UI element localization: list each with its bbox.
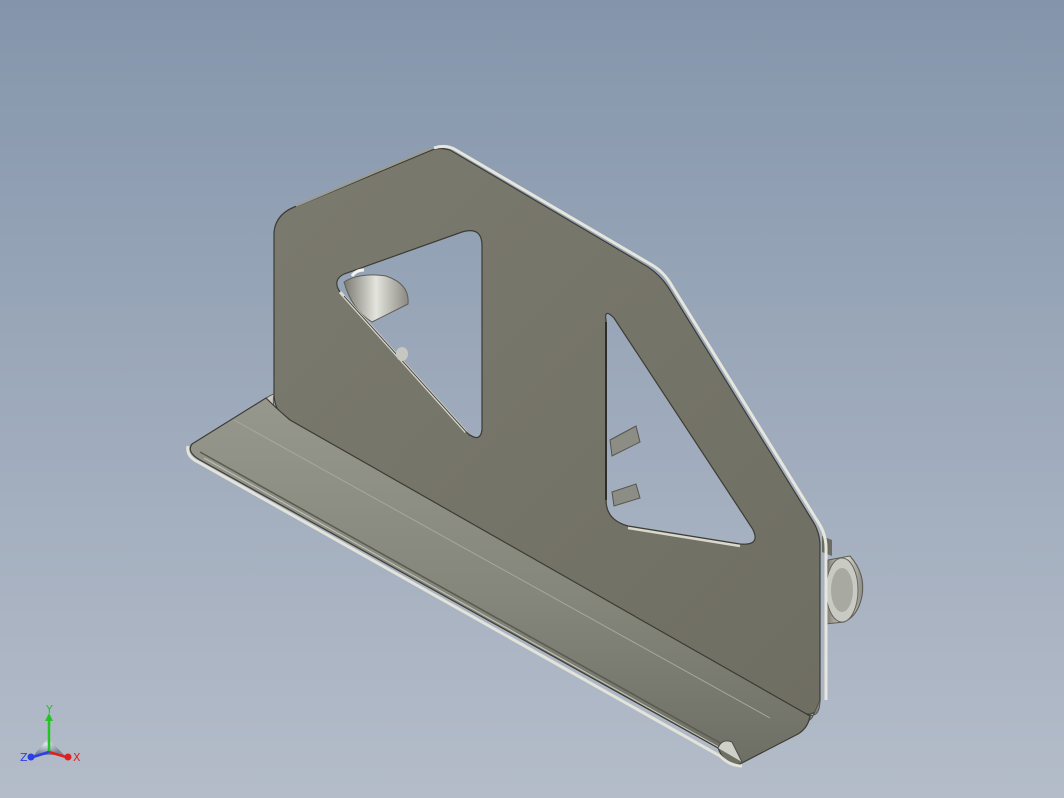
x-axis-label: X bbox=[73, 751, 81, 764]
graphics-viewport[interactable]: Y X Z bbox=[0, 0, 1064, 798]
sheet-metal-bracket-model[interactable] bbox=[0, 0, 1064, 798]
rear-pin-right bbox=[822, 536, 864, 625]
y-axis-label: Y bbox=[45, 703, 53, 716]
z-axis-label: Z bbox=[20, 751, 28, 764]
axis-triad[interactable]: Y X Z bbox=[18, 702, 88, 772]
